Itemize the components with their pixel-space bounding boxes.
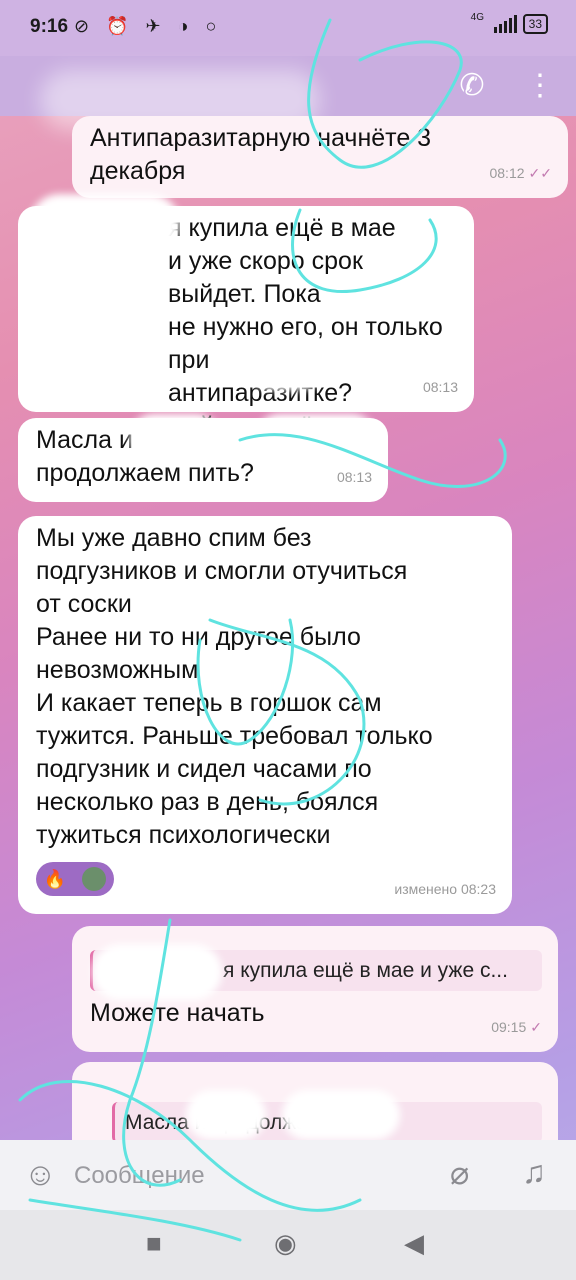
message-text: Можете начать (90, 999, 265, 1027)
avatar (82, 867, 107, 891)
emoji-icon[interactable]: ☺ (24, 1156, 57, 1193)
redaction-blur (92, 944, 222, 1000)
message-text: Мы уже давно спим без подгузников и смог… (36, 524, 433, 849)
read-check-icon: ✓✓ (528, 165, 552, 181)
message-input[interactable] (74, 1158, 434, 1194)
message-bubble[interactable]: Мы уже давно спим без подгузников и смог… (18, 516, 512, 914)
redaction-blur (30, 194, 180, 254)
message-time: 08:12 (489, 165, 525, 181)
signal-icon (493, 15, 517, 33)
message-time: 08:13 (336, 469, 372, 485)
message-time: изменено 08:23 (394, 881, 496, 897)
message-meta: изменено 08:23 (394, 873, 496, 906)
recent-apps-icon[interactable]: ■ (146, 1228, 162, 1259)
microphone-icon[interactable]: ♫ (522, 1154, 546, 1191)
system-nav-bar: ■ ◉ ◀ (0, 1210, 576, 1280)
sent-check-icon: ✓ (530, 1019, 542, 1035)
message-meta: 08:13 (337, 461, 372, 494)
redaction-blur (246, 340, 326, 390)
redaction-blur (186, 1090, 266, 1140)
message-composer: ☺ ⌀ ♫ (0, 1140, 576, 1210)
redaction-blur (130, 414, 220, 462)
status-time: 9:16 (30, 16, 69, 37)
more-vertical-icon[interactable]: ⋮ (520, 66, 560, 106)
network-type: 4G (470, 12, 484, 23)
reaction-chip[interactable]: 🔥 (36, 862, 114, 896)
fire-icon: 🔥 (43, 868, 67, 889)
redaction-blur (256, 414, 376, 462)
message-time: 08:13 (422, 379, 458, 395)
back-icon[interactable]: ◀ (404, 1228, 424, 1259)
status-bar: 9:16 ⊘ ⏰ ✈ ◑ ○ 4G 33 (0, 0, 576, 56)
notification-icons: ⊘ ⏰ ✈ ◑ ○ (74, 16, 223, 36)
message-meta: 09:15 ✓ (491, 1011, 542, 1044)
redaction-blur (30, 340, 130, 390)
redaction-blur (282, 1090, 400, 1140)
paperclip-icon[interactable]: ⌀ (450, 1154, 469, 1192)
home-icon[interactable]: ◉ (274, 1228, 297, 1259)
message-bubble[interactable]: Антипаразитарную начнёте 3 декабря 08:12… (72, 116, 568, 198)
message-meta: 08:13 (423, 371, 458, 404)
message-text: я купила ещё в мае и уже скоро срок выйд… (168, 214, 443, 440)
message-time: 09:15 (491, 1019, 527, 1035)
phone-icon[interactable]: ✆ (452, 66, 492, 106)
message-meta: 08:12 ✓✓ (489, 157, 552, 190)
battery-icon: 33 (522, 14, 548, 34)
reply-quote-text: я купила ещё в мае и уже с... (223, 959, 508, 982)
message-text: Антипаразитарную начнёте 3 декабря (90, 124, 432, 185)
